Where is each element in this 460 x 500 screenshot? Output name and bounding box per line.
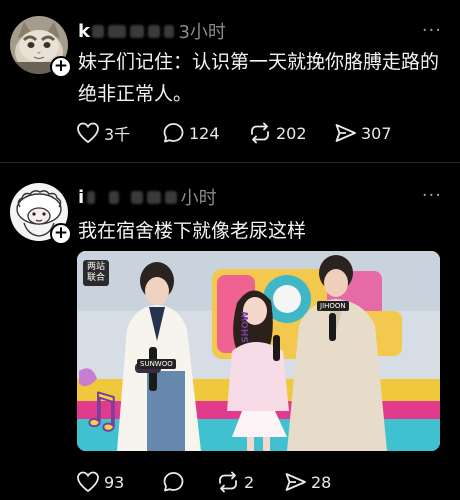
username-redacted — [108, 24, 127, 38]
share-count: 28 — [311, 472, 332, 492]
username-row: i 小时 — [78, 185, 217, 210]
repost-count: 202 — [276, 123, 307, 143]
post-2[interactable]: + i 小时 ··· 我在宿舍楼下就像老尿这样 ♫ 两站联合 SHOW SUNW… — [0, 163, 460, 500]
heart-icon — [77, 471, 99, 493]
stage-photo: ♫ — [77, 251, 440, 451]
share-icon — [335, 124, 356, 142]
svg-text:♫: ♫ — [81, 383, 122, 437]
username-redacted — [108, 190, 119, 204]
username[interactable]: k — [78, 21, 90, 42]
follow-plus-icon[interactable]: + — [50, 223, 72, 245]
mic-tag-left: SUNWOO — [137, 359, 176, 369]
share-icon — [285, 473, 306, 491]
like-count: 3千 — [104, 125, 131, 144]
post-1[interactable]: + k 3小时 ··· 妹子们记住：认识第一天就挽你胳膊走路的绝非正常人。 3千… — [0, 0, 460, 163]
post-text: 我在宿舍楼下就像老尿这样 — [78, 220, 307, 242]
like-button[interactable]: 3千 — [76, 121, 162, 145]
follow-plus-icon[interactable]: + — [50, 56, 72, 78]
username[interactable]: i — [78, 187, 85, 208]
username-redacted — [164, 190, 177, 204]
username-redacted — [164, 24, 175, 38]
watermark-logo: 两站联合 — [83, 260, 109, 286]
repost-icon — [219, 471, 237, 493]
repost-button[interactable]: 202 — [248, 122, 334, 144]
comment-button[interactable]: 124 — [162, 122, 248, 144]
share-button[interactable]: 307 — [334, 122, 392, 144]
username-row: k 3小时 — [78, 19, 226, 44]
comment-button[interactable] — [162, 471, 206, 493]
post-media-image[interactable]: ♫ 两站联合 SHOW SUNWOO JIHOON — [77, 251, 440, 451]
more-icon[interactable]: ··· — [422, 185, 442, 206]
repost-button[interactable]: 2 — [216, 471, 284, 493]
comment-icon — [163, 472, 184, 492]
avatar-container[interactable]: + — [10, 16, 72, 78]
action-bar: 93 2 28 — [76, 471, 331, 493]
mic-tag-right: JIHOON — [317, 301, 349, 311]
comment-count: 124 — [189, 123, 220, 143]
post-time: 3小时 — [178, 22, 226, 43]
show-text: SHOW — [240, 311, 251, 343]
username-redacted — [148, 24, 161, 38]
username-redacted — [130, 190, 143, 204]
more-icon[interactable]: ··· — [422, 20, 442, 41]
share-button[interactable]: 28 — [284, 471, 331, 493]
heart-icon — [77, 122, 99, 144]
repost-icon — [251, 122, 269, 144]
like-count: 93 — [104, 472, 125, 492]
username-redacted — [86, 190, 95, 204]
post-time: 小时 — [180, 188, 217, 209]
username-redacted — [92, 24, 105, 38]
like-button[interactable]: 93 — [76, 471, 162, 493]
avatar-container[interactable]: + — [10, 183, 72, 245]
repost-count: 2 — [244, 472, 255, 492]
post-text: 妹子们记住：认识第一天就挽你胳膊走路的绝非正常人。 — [78, 51, 440, 105]
username-redacted — [130, 24, 145, 38]
share-count: 307 — [361, 123, 392, 143]
action-bar: 3千 124 202 307 — [76, 121, 392, 145]
username-redacted — [146, 190, 161, 204]
comment-icon — [163, 123, 184, 143]
